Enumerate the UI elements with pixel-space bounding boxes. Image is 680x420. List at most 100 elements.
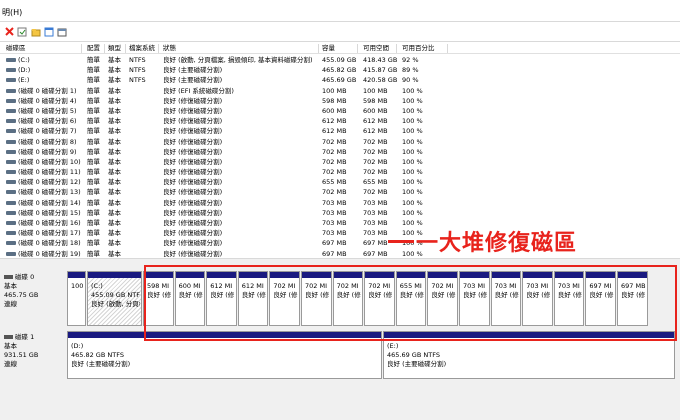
table-row[interactable]: (磁碟 0 磁碟分割 19) 簡單 基本 良好 (修復磁碟分割) 697 MB 697 M… bbox=[0, 249, 680, 258]
table-row[interactable]: (E:) 簡單 基本 NTFS 良好 (主要磁碟分割) 465.69 GB 420.58 G… bbox=[0, 75, 680, 85]
partition-size: 612 MI bbox=[210, 282, 233, 290]
table-row[interactable]: (磁碟 0 磁碟分割 6) 簡單 基本 良好 (修復磁碟分割) 612 MB 612 MB… bbox=[0, 116, 680, 126]
partition-text: 702 MI 良好 (修 bbox=[431, 282, 456, 300]
table-row[interactable]: (磁碟 0 磁碟分割 14) 簡單 基本 良好 (修復磁碟分割) 703 MB 703 M… bbox=[0, 198, 680, 208]
table-cell: 簡單 bbox=[87, 249, 100, 258]
table-cell: 600 MB bbox=[363, 106, 388, 115]
table-cell: 420.58 GB bbox=[363, 76, 397, 85]
table-row[interactable]: (磁碟 0 磁碟分割 18) 簡單 基本 良好 (修復磁碟分割) 697 MB 697 M… bbox=[0, 238, 680, 248]
properties-icon[interactable] bbox=[16, 26, 27, 37]
col-header-capacity[interactable]: 容量 bbox=[320, 44, 358, 53]
partition-block[interactable]: 702 MI 良好 (修 bbox=[301, 271, 332, 326]
table-row[interactable]: (磁碟 0 磁碟分割 17) 簡單 基本 良好 (修復磁碟分割) 703 MB 703 M… bbox=[0, 228, 680, 238]
table-row[interactable]: (磁碟 0 磁碟分割 11) 簡單 基本 良好 (修復磁碟分割) 702 MB 702 M… bbox=[0, 167, 680, 177]
partition-block[interactable]: 655 MI 良好 (修 bbox=[395, 271, 427, 326]
partition-size: 465.69 GB NTFS bbox=[387, 351, 440, 359]
table-row[interactable]: (磁碟 0 磁碟分割 4) 簡單 基本 良好 (修復磁碟分割) 598 MB 598 MB… bbox=[0, 96, 680, 106]
col-header-volume[interactable]: 磁碟區 bbox=[4, 44, 82, 53]
partition-bar bbox=[175, 272, 205, 278]
table-cell bbox=[129, 218, 159, 228]
volume-icon bbox=[6, 98, 16, 103]
table-cell: 703 MB bbox=[363, 198, 388, 207]
table-cell: 簡單 bbox=[87, 168, 100, 177]
partition-block[interactable]: 697 MB 良好 (修 bbox=[617, 271, 648, 326]
table-cell: 100 % bbox=[402, 127, 423, 136]
partition-block[interactable]: 703 MI 良好 (修 bbox=[553, 271, 585, 326]
partition-block[interactable]: 697 MI 良好 (修 bbox=[585, 271, 616, 326]
partition-block[interactable]: (E:) 465.69 GB NTFS 良好 (主要磁碟分割) bbox=[383, 331, 675, 379]
table-cell: 基本 bbox=[108, 198, 121, 207]
partition-block[interactable]: 703 MI 良好 (修 bbox=[522, 271, 553, 326]
window-icon[interactable] bbox=[56, 26, 67, 37]
table-cell: 100 % bbox=[402, 157, 423, 166]
partition-block[interactable]: 612 MI 良好 (修 bbox=[206, 271, 237, 326]
table-row[interactable]: (磁碟 0 磁碟分割 5) 簡單 基本 良好 (修復磁碟分割) 600 MB 600 MB… bbox=[0, 106, 680, 116]
partition-block[interactable]: 702 MI 良好 (修 bbox=[364, 271, 395, 326]
table-cell: 簡單 bbox=[87, 178, 100, 187]
table-row[interactable]: (磁碟 0 磁碟分割 15) 簡單 基本 良好 (修復磁碟分割) 703 MB 703 M… bbox=[0, 208, 680, 218]
partition-block[interactable]: 702 MI 良好 (修 bbox=[427, 271, 458, 326]
table-row[interactable]: (磁碟 0 磁碟分割 8) 簡單 基本 良好 (修復磁碟分割) 702 MB 702 MB… bbox=[0, 137, 680, 147]
partition-bar bbox=[270, 272, 299, 278]
table-cell: 612 MB bbox=[363, 117, 388, 126]
col-header-type[interactable]: 類型 bbox=[106, 44, 126, 53]
table-cell: 基本 bbox=[108, 168, 121, 177]
partition-block[interactable]: 703 MI 良好 (修 bbox=[490, 271, 522, 326]
folder-icon[interactable] bbox=[30, 26, 41, 37]
table-cell: 簡單 bbox=[87, 56, 100, 64]
partition-text: 697 MB 良好 (修 bbox=[621, 282, 646, 300]
table-cell: 良好 (修復磁碟分割) bbox=[163, 198, 223, 207]
table-row[interactable]: (D:) 簡單 基本 NTFS 良好 (主要磁碟分割) 465.82 GB 415.87 G… bbox=[0, 65, 680, 75]
table-row[interactable]: (磁碟 0 磁碟分割 7) 簡單 基本 良好 (修復磁碟分割) 612 MB 612 MB… bbox=[0, 126, 680, 136]
table-cell: 良好 (修復磁碟分割) bbox=[163, 96, 223, 105]
table-row[interactable]: (磁碟 0 磁碟分割 10) 簡單 基本 良好 (修復磁碟分割) 702 MB 702 M… bbox=[0, 157, 680, 167]
table-body: (C:) 簡單 基本 NTFS 良好 (啟動, 分頁檔案, 損毀傾印, 基本資料磁碟分割… bbox=[0, 55, 680, 258]
col-header-free-space[interactable]: 可用空間 bbox=[361, 44, 397, 53]
partition-text: 703 MI 良好 (修 bbox=[558, 282, 583, 300]
disk-graph-view: 磁碟 0 基本 465.75 GB 連線 100 (C:) 455.09 GB NT… bbox=[0, 268, 680, 420]
table-cell: NTFS bbox=[129, 66, 146, 75]
table-row[interactable]: (磁碟 0 磁碟分割 12) 簡單 基本 良好 (修復磁碟分割) 655 MB 655 M… bbox=[0, 177, 680, 187]
partition-status: 良好 (修 bbox=[241, 291, 266, 299]
table-row[interactable]: (磁碟 0 磁碟分割 9) 簡單 基本 良好 (修復磁碟分割) 702 MB 702 MB… bbox=[0, 147, 680, 157]
table-cell: 455.09 GB bbox=[322, 56, 357, 64]
table-cell bbox=[129, 228, 159, 238]
partition-block[interactable]: 702 MI 良好 (修 bbox=[269, 271, 300, 326]
partition-status: 良好 (主要磁碟分割) bbox=[71, 360, 131, 368]
partition-block[interactable]: 703 MI 良好 (修 bbox=[459, 271, 490, 326]
table-cell: 簡單 bbox=[87, 219, 100, 227]
partition-block[interactable]: 702 MI 良好 (修 bbox=[332, 271, 364, 326]
disk-0-info[interactable]: 磁碟 0 基本 465.75 GB 連線 bbox=[4, 273, 62, 309]
partition-block[interactable]: 612 MI 良好 (修 bbox=[237, 271, 269, 326]
col-header-percent-free[interactable]: 可用百分比 bbox=[400, 44, 448, 53]
partition-size: 703 MI bbox=[557, 282, 580, 290]
col-header-filesystem[interactable]: 檔案系統 bbox=[127, 44, 159, 53]
table-cell: 良好 (修復磁碟分割) bbox=[163, 178, 223, 187]
table-cell bbox=[129, 116, 159, 126]
table-cell: 702 MB bbox=[363, 168, 388, 177]
table-cell: 簡單 bbox=[87, 96, 100, 105]
partition-block[interactable]: (C:) 455.09 GB NTFS 良好 (啟動, 分頁檔 bbox=[87, 271, 142, 326]
table-cell: (磁碟 0 磁碟分割 19) bbox=[18, 249, 81, 258]
table-cell: (E:) bbox=[18, 76, 30, 85]
partition-size: 702 MI bbox=[305, 282, 327, 290]
partition-block[interactable]: (D:) 465.82 GB NTFS 良好 (主要磁碟分割) bbox=[67, 331, 382, 379]
table-cell: 100 % bbox=[402, 137, 423, 146]
col-header-status[interactable]: 狀態 bbox=[161, 44, 319, 53]
table-cell: 良好 (修復磁碟分割) bbox=[163, 239, 223, 248]
close-icon[interactable] bbox=[4, 26, 15, 37]
partition-block[interactable]: 100 bbox=[67, 271, 86, 326]
table-row[interactable]: (C:) 簡單 基本 NTFS 良好 (啟動, 分頁檔案, 損毀傾印, 基本資料磁碟分割… bbox=[0, 55, 680, 65]
table-cell: (D:) bbox=[18, 66, 31, 75]
menu-help[interactable]: 明(H) bbox=[2, 7, 22, 18]
disk-1-info[interactable]: 磁碟 1 基本 931.51 GB 連線 bbox=[4, 333, 62, 369]
table-row[interactable]: (磁碟 0 磁碟分割 1) 簡單 基本 良好 (EFI 系統磁碟分割) 100 MB 10… bbox=[0, 86, 680, 96]
table-cell bbox=[129, 187, 159, 197]
partition-block[interactable]: 598 MI 良好 (修 bbox=[143, 271, 174, 326]
help-icon[interactable] bbox=[43, 26, 54, 37]
table-row[interactable]: (磁碟 0 磁碟分割 13) 簡單 基本 良好 (修復磁碟分割) 702 MB 702 M… bbox=[0, 187, 680, 197]
col-header-layout[interactable]: 配置 bbox=[85, 44, 105, 53]
partition-status: 良好 (主要磁碟分割) bbox=[387, 360, 447, 368]
partition-block[interactable]: 600 MI 良好 (修 bbox=[174, 271, 206, 326]
table-row[interactable]: (磁碟 0 磁碟分割 16) 簡單 基本 良好 (修復磁碟分割) 703 MB 703 M… bbox=[0, 218, 680, 228]
